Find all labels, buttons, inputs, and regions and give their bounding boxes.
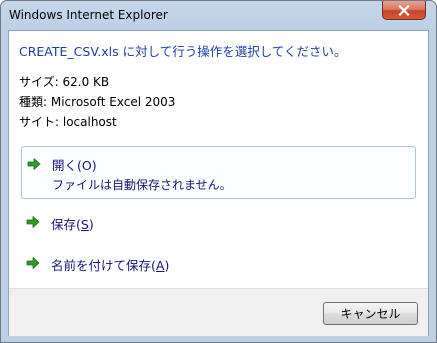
save-as-command[interactable]: 名前を付けて保存(A): [21, 248, 416, 278]
close-icon: [398, 4, 410, 16]
main-instruction: CREATE_CSV.xls に対して行う操作を選択してください。: [19, 44, 347, 59]
file-site: サイト: localhost: [19, 115, 117, 129]
green-arrow-icon: [26, 216, 40, 228]
file-size: サイズ: 62.0 KB: [19, 75, 110, 89]
green-arrow-icon: [27, 158, 41, 170]
save-command[interactable]: 保存(S): [21, 207, 416, 237]
save-command-label: 保存(S): [51, 217, 94, 232]
dialog-footer: キャンセル: [9, 288, 428, 336]
open-command[interactable]: 開く(O) ファイルは自動保存されません。: [21, 146, 416, 199]
close-button[interactable]: [382, 1, 426, 20]
save-as-command-label: 名前を付けて保存(A): [51, 258, 170, 273]
title-bar[interactable]: Windows Internet Explorer: [1, 1, 436, 31]
dialog-content: CREATE_CSV.xls に対して行う操作を選択してください。 サイズ: 6…: [8, 30, 429, 336]
cancel-button[interactable]: キャンセル: [323, 302, 418, 325]
open-command-label: 開く(O): [52, 158, 97, 173]
green-arrow-icon: [26, 257, 40, 269]
window-title: Windows Internet Explorer: [9, 8, 168, 22]
file-type: 種類: Microsoft Excel 2003: [19, 95, 176, 109]
dialog-window: Windows Internet Explorer CREATE_CSV.xls…: [0, 0, 437, 343]
open-command-description: ファイルは自動保存されません。: [52, 178, 232, 192]
